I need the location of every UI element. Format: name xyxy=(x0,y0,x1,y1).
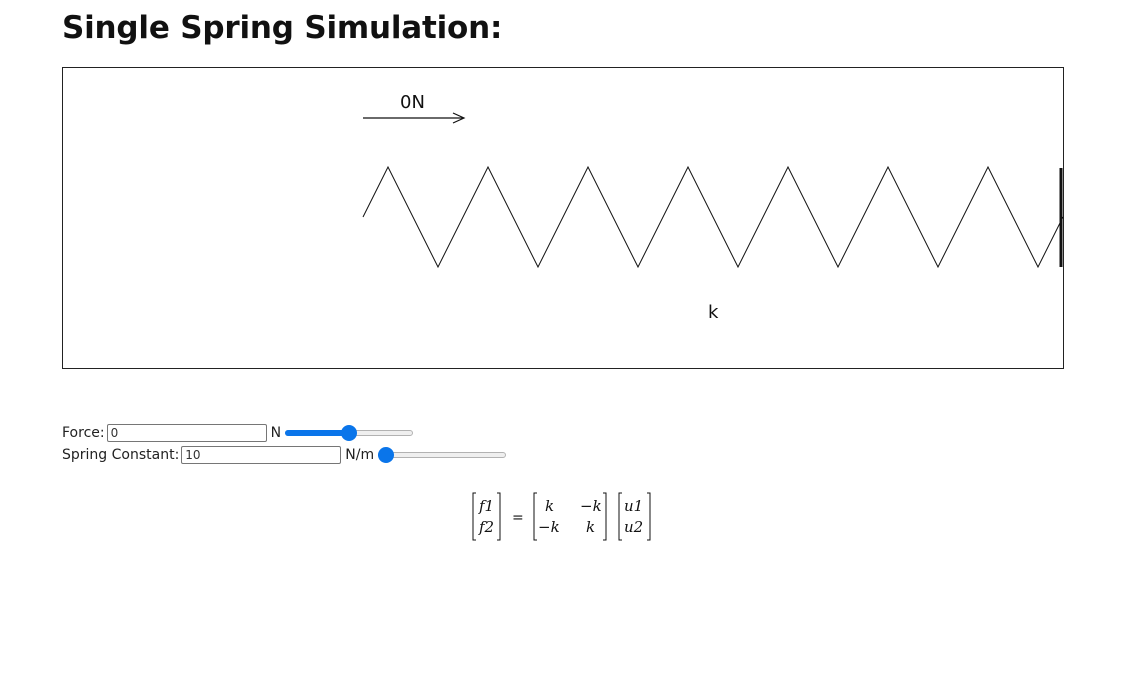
spring-constant-label-text: Spring Constant: xyxy=(62,447,180,463)
force-slider-thumb[interactable] xyxy=(341,425,358,441)
force-readout: 0N xyxy=(400,92,425,113)
matrix-k11: k xyxy=(545,497,554,515)
force-arrow-icon xyxy=(363,112,466,124)
spring-coil xyxy=(362,165,1063,269)
equals-sign: = xyxy=(512,510,524,526)
force-label: Force: xyxy=(62,425,105,441)
spring-constant-slider-thumb[interactable] xyxy=(378,447,395,463)
matrix-k12: −k xyxy=(580,497,602,515)
force-slider-fill xyxy=(285,430,350,436)
spring-constant-label: k xyxy=(708,302,719,323)
matrix-k21: −k xyxy=(538,518,560,536)
spring-constant-input[interactable] xyxy=(181,446,342,464)
matrix-k22: k xyxy=(586,518,595,536)
force-control-row: Force: N xyxy=(62,422,506,444)
force-input[interactable] xyxy=(106,424,267,442)
force-unit: N xyxy=(270,425,282,441)
stiffness-equation: f1 f2 = k −k −k k u1 u2 xyxy=(470,490,660,550)
rhs-u2: u2 xyxy=(624,518,643,536)
spring-constant-unit: N/m xyxy=(345,447,375,463)
spring-diagram: 0N k xyxy=(362,92,1063,323)
page-title: Single Spring Simulation: xyxy=(62,10,503,46)
simulation-canvas: 0N k xyxy=(62,67,1064,369)
controls-panel: Force: N Spring Constant: N/m xyxy=(62,422,507,466)
lhs-f2: f2 xyxy=(478,518,494,536)
stiffness-equation-svg: f1 f2 = k −k −k k u1 u2 xyxy=(472,492,651,541)
force-slider[interactable] xyxy=(285,425,414,441)
spring-constant-control-row: Spring Constant: N/m xyxy=(62,444,507,466)
spring-constant-slider[interactable] xyxy=(378,447,507,463)
rhs-u1: u1 xyxy=(624,497,643,515)
lhs-f1: f1 xyxy=(478,497,494,515)
